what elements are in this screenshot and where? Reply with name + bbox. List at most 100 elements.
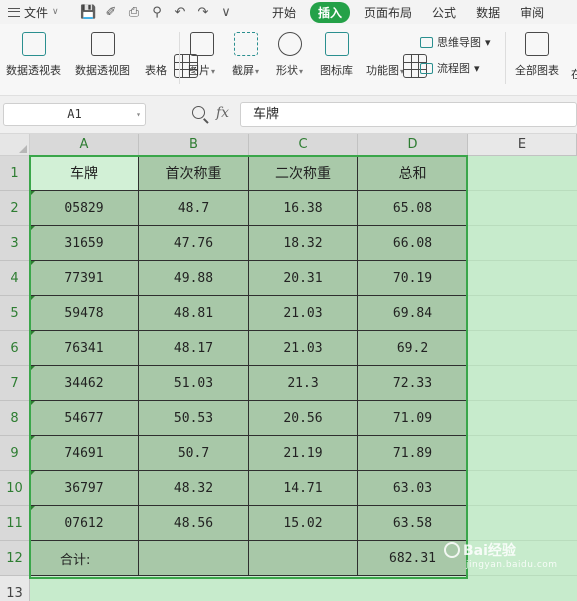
data-cell[interactable]: 48.17 (139, 331, 249, 366)
mind-map-button[interactable]: 思维导图 ▾ (420, 34, 491, 50)
data-cell[interactable]: 20.56 (249, 401, 358, 436)
data-cell[interactable]: 70.19 (358, 261, 468, 296)
data-cell[interactable]: 14.71 (249, 471, 358, 506)
data-cell[interactable]: 66.08 (358, 226, 468, 261)
total-cell[interactable] (139, 541, 249, 576)
table-button[interactable]: 表格 (144, 32, 198, 78)
function-icon[interactable]: fx (216, 105, 229, 121)
total-label-cell[interactable]: 合计: (30, 541, 139, 576)
spreadsheet-grid[interactable]: A B C D E 1 2 3 4 5 6 7 8 9 10 11 12 13 车牌 首次称重 二次称重 总和 05829 4… (0, 134, 577, 601)
data-cell[interactable]: 69.84 (358, 296, 468, 331)
pivot-table-button[interactable]: 数据透视表 (6, 32, 61, 78)
tab-home[interactable]: 开始 (262, 4, 306, 21)
data-cell[interactable]: 16.38 (249, 191, 358, 226)
data-cell[interactable]: 21.3 (249, 366, 358, 401)
data-cell[interactable]: 05829 (30, 191, 139, 226)
print-icon[interactable]: ⎙ (126, 5, 142, 20)
empty-cell[interactable] (468, 296, 577, 331)
shapes-button[interactable]: 形状▾ (276, 32, 303, 78)
icon-library-button[interactable]: 图标库 (320, 32, 353, 78)
data-cell[interactable]: 74691 (30, 436, 139, 471)
row-header-2[interactable]: 2 (0, 191, 30, 226)
row-header-10[interactable]: 10 (0, 471, 30, 506)
empty-cell[interactable] (468, 366, 577, 401)
print-preview-icon[interactable]: ⚲ (149, 5, 165, 20)
column-header-c[interactable]: C (249, 134, 358, 156)
save-icon[interactable]: 💾 (80, 5, 96, 20)
header-cell-b1[interactable]: 首次称重 (139, 156, 249, 191)
column-header-b[interactable]: B (139, 134, 249, 156)
column-header-d[interactable]: D (358, 134, 468, 156)
data-cell[interactable]: 49.88 (139, 261, 249, 296)
data-cell[interactable]: 54677 (30, 401, 139, 436)
data-cell[interactable]: 21.03 (249, 331, 358, 366)
name-box[interactable]: A1 ▾ (3, 103, 146, 126)
data-cell[interactable]: 34462 (30, 366, 139, 401)
row-header-6[interactable]: 6 (0, 331, 30, 366)
undo-icon[interactable]: ↶ (172, 5, 188, 20)
formula-input[interactable]: 车牌 (240, 102, 577, 127)
data-cell[interactable]: 63.58 (358, 506, 468, 541)
data-cell[interactable]: 51.03 (139, 366, 249, 401)
data-cell[interactable]: 15.02 (249, 506, 358, 541)
header-cell-a1[interactable]: 车牌 (30, 156, 139, 191)
data-cell[interactable]: 48.81 (139, 296, 249, 331)
data-cell[interactable]: 76341 (30, 331, 139, 366)
empty-cell[interactable] (468, 401, 577, 436)
empty-cell[interactable] (468, 156, 577, 191)
data-cell[interactable]: 50.7 (139, 436, 249, 471)
data-cell[interactable]: 07612 (30, 506, 139, 541)
data-cell[interactable]: 48.7 (139, 191, 249, 226)
header-cell-d1[interactable]: 总和 (358, 156, 468, 191)
flowchart-button[interactable]: 流程图 ▾ (420, 60, 480, 76)
data-cell[interactable]: 48.32 (139, 471, 249, 506)
header-cell-c1[interactable]: 二次称重 (249, 156, 358, 191)
column-header-a[interactable]: A (30, 134, 139, 156)
total-cell[interactable] (249, 541, 358, 576)
row-header-8[interactable]: 8 (0, 401, 30, 436)
data-cell[interactable]: 36797 (30, 471, 139, 506)
data-cell[interactable]: 72.33 (358, 366, 468, 401)
redo-icon[interactable]: ↷ (195, 5, 211, 20)
row-header-3[interactable]: 3 (0, 226, 30, 261)
row-header-7[interactable]: 7 (0, 366, 30, 401)
zoom-search-icon[interactable] (192, 106, 205, 119)
tab-data[interactable]: 数据 (466, 4, 510, 21)
all-charts-button[interactable]: 全部图表 (515, 32, 559, 78)
empty-cell[interactable] (468, 331, 577, 366)
tab-page-layout[interactable]: 页面布局 (354, 4, 422, 21)
data-cell[interactable]: 48.56 (139, 506, 249, 541)
row-header-9[interactable]: 9 (0, 436, 30, 471)
data-cell[interactable]: 71.89 (358, 436, 468, 471)
data-cell[interactable]: 20.31 (249, 261, 358, 296)
data-cell[interactable]: 77391 (30, 261, 139, 296)
empty-cell[interactable] (468, 261, 577, 296)
data-cell[interactable]: 65.08 (358, 191, 468, 226)
data-cell[interactable]: 18.32 (249, 226, 358, 261)
empty-cell[interactable] (468, 436, 577, 471)
data-cell[interactable]: 69.2 (358, 331, 468, 366)
row-header-5[interactable]: 5 (0, 296, 30, 331)
function-chart-button[interactable]: 功能图▾ (366, 32, 427, 78)
empty-cell[interactable] (468, 226, 577, 261)
select-all-corner[interactable] (0, 134, 30, 156)
data-cell[interactable]: 63.03 (358, 471, 468, 506)
picture-button[interactable]: 图片▾ (188, 32, 215, 78)
data-cell[interactable]: 31659 (30, 226, 139, 261)
tab-formulas[interactable]: 公式 (422, 4, 466, 21)
row-header-12[interactable]: 12 (0, 541, 30, 576)
data-cell[interactable]: 59478 (30, 296, 139, 331)
format-painter-icon[interactable]: ✐ (103, 5, 119, 20)
empty-cell[interactable] (468, 191, 577, 226)
row-header-4[interactable]: 4 (0, 261, 30, 296)
empty-cell[interactable] (468, 576, 577, 601)
row-header-13[interactable]: 13 (0, 576, 30, 601)
pivot-chart-button[interactable]: 数据透视图 (75, 32, 130, 78)
truncated-ribbon-item[interactable]: 在 (571, 66, 577, 82)
empty-cell[interactable] (468, 506, 577, 541)
data-cell[interactable]: 47.76 (139, 226, 249, 261)
customize-chevron-icon[interactable]: ∨ (218, 5, 234, 20)
row-header-11[interactable]: 11 (0, 506, 30, 541)
empty-cell[interactable] (468, 471, 577, 506)
data-cell[interactable]: 71.09 (358, 401, 468, 436)
